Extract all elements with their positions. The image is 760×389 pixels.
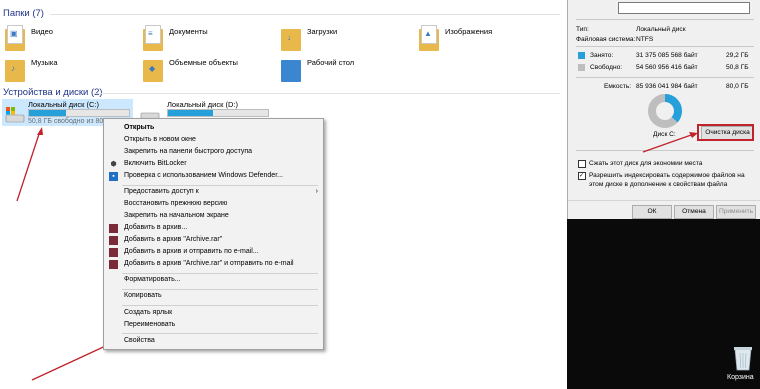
- menu-separator: [122, 333, 318, 334]
- shield-icon: ⬢: [110, 161, 117, 168]
- used-gb: 29,2 ГБ: [726, 52, 749, 59]
- menu-item-label: Копировать: [124, 292, 162, 299]
- menu-item-label: Открыть: [124, 124, 155, 131]
- recycle-bin-icon[interactable]: [732, 345, 754, 371]
- compress-checkbox[interactable]: [578, 160, 586, 168]
- checkmark-icon: ✓: [579, 173, 585, 179]
- index-label: Разрешить индексировать содержимое файло…: [589, 172, 745, 188]
- desktop-area: [567, 219, 760, 389]
- type-label: Тип:: [576, 26, 589, 33]
- drive-name-input[interactable]: [618, 2, 750, 14]
- menu-item-create-shortcut[interactable]: Создать ярлык: [104, 307, 323, 319]
- menu-item-open[interactable]: Открыть: [104, 122, 323, 134]
- apply-button[interactable]: Применить: [716, 205, 756, 219]
- menu-item-defender[interactable]: ▪ Проверка с использованием Windows Defen…: [104, 170, 323, 182]
- menu-item-restore-version[interactable]: Восстановить прежнюю версию: [104, 198, 323, 210]
- menu-item-label: Открыть в новом окне: [124, 136, 196, 143]
- cleanup-arrow: [642, 132, 698, 153]
- properties-divider: [576, 19, 754, 20]
- cleanup-highlight: [697, 124, 754, 141]
- properties-divider: [576, 77, 754, 78]
- menu-item-label: Добавить в архив и отправить по e-mail..…: [124, 248, 259, 255]
- menu-item-label: Добавить в архив...: [124, 224, 188, 231]
- button-bar-divider: [568, 200, 760, 201]
- menu-item-label: Предоставить доступ к: [124, 188, 199, 195]
- winrar-icon: [109, 248, 118, 257]
- free-label: Свободно:: [590, 64, 623, 71]
- used-label: Занято:: [590, 52, 614, 59]
- menu-item-rename[interactable]: Переименовать: [104, 319, 323, 331]
- context-menu: Открыть Открыть в новом окне Закрепить н…: [103, 118, 324, 350]
- cancel-button[interactable]: Отмена: [674, 205, 714, 219]
- menu-item-add-archive-email[interactable]: Добавить в архив и отправить по e-mail..…: [104, 246, 323, 258]
- recycle-bin-label[interactable]: Корзина: [727, 374, 754, 381]
- compress-label: Сжать этот диск для экономии места: [589, 160, 703, 167]
- chevron-right-icon: ›: [315, 188, 318, 195]
- menu-item-copy[interactable]: Копировать: [104, 290, 323, 302]
- disk-usage-donut: [648, 94, 682, 128]
- fs-label: Файловая система:: [576, 36, 636, 43]
- menu-item-label: Закрепить на начальном экране: [124, 212, 229, 219]
- menu-item-add-archive-rar-email[interactable]: Добавить в архив "Archive.rar" и отправи…: [104, 258, 323, 270]
- menu-item-label: Добавить в архив "Archive.rar" и отправи…: [124, 260, 294, 267]
- menu-item-pin-start[interactable]: Закрепить на начальном экране: [104, 210, 323, 222]
- menu-item-pin-quick-access[interactable]: Закрепить на панели быстрого доступа: [104, 146, 323, 158]
- index-checkbox[interactable]: ✓: [578, 172, 586, 180]
- menu-item-add-archive-rar[interactable]: Добавить в архив "Archive.rar": [104, 234, 323, 246]
- menu-item-open-new-window[interactable]: Открыть в новом окне: [104, 134, 323, 146]
- menu-item-format[interactable]: Форматировать...: [104, 274, 323, 286]
- menu-item-share-with[interactable]: Предоставить доступ к ›: [104, 186, 323, 198]
- used-bytes: 31 375 085 568 байт: [636, 52, 698, 59]
- free-gb: 50,8 ГБ: [726, 64, 749, 71]
- menu-item-label: Форматировать...: [124, 276, 181, 283]
- menu-item-label: Закрепить на панели быстрого доступа: [124, 148, 253, 155]
- type-value: Локальный диск: [636, 26, 686, 33]
- menu-item-label: Проверка с использованием Windows Defend…: [124, 172, 283, 179]
- properties-dialog: Тип: Локальный диск Файловая система: NT…: [567, 0, 760, 219]
- used-swatch: [578, 52, 585, 59]
- properties-divider: [576, 46, 754, 47]
- defender-icon: ▪: [109, 172, 118, 181]
- free-swatch: [578, 64, 585, 71]
- menu-separator: [122, 305, 318, 306]
- winrar-icon: [109, 236, 118, 245]
- fs-value: NTFS: [636, 36, 654, 43]
- menu-item-properties[interactable]: Свойства: [104, 335, 323, 347]
- menu-item-label: Добавить в архив "Archive.rar": [124, 236, 223, 243]
- menu-item-label: Переименовать: [124, 321, 176, 328]
- capacity-label: Емкость:: [604, 83, 632, 90]
- menu-item-add-archive[interactable]: Добавить в архив...: [104, 222, 323, 234]
- menu-item-label: Создать ярлык: [124, 309, 173, 316]
- winrar-icon: [109, 224, 118, 233]
- menu-item-label: Восстановить прежнюю версию: [124, 200, 228, 207]
- menu-item-label: Свойства: [124, 337, 155, 344]
- free-bytes: 54 560 956 416 байт: [636, 64, 698, 71]
- menu-item-label: Включить BitLocker: [124, 160, 187, 167]
- winrar-icon: [109, 260, 118, 269]
- ok-button[interactable]: ОК: [632, 205, 672, 219]
- capacity-gb: 80,0 ГБ: [726, 83, 749, 90]
- menu-item-bitlocker[interactable]: ⬢ Включить BitLocker: [104, 158, 323, 170]
- capacity-bytes: 85 936 041 984 байт: [636, 83, 698, 90]
